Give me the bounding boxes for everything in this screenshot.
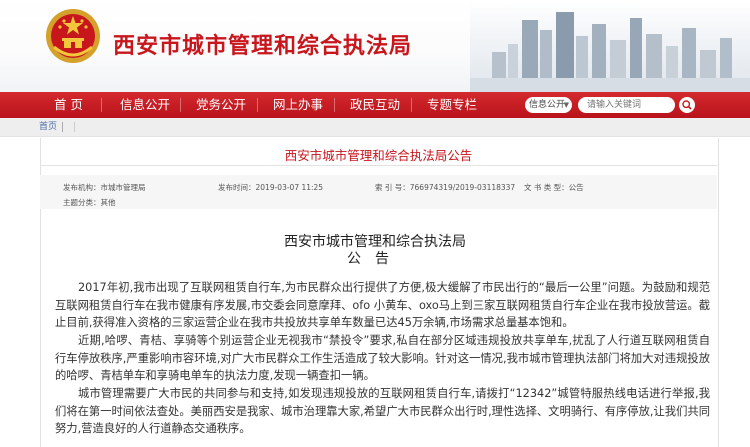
- chevron-down-icon: ▼: [563, 101, 569, 109]
- breadcrumb-home-link[interactable]: 首页: [39, 118, 57, 136]
- nav-item-special-topics[interactable]: 专题专栏: [427, 92, 477, 118]
- main-nav: 首 页 信息公开 党务公开 网上办事 政民互动 专题专栏 信息公开 ▼: [0, 92, 750, 118]
- article-paragraph-1: 2017年初,我市出现了互联网租赁自行车,为市民群众出行提供了方便,极大缓解了市…: [55, 281, 710, 329]
- article-paragraph-2: 近期,哈啰、青桔、享骑等个别运营企业无视我市“禁投令”要求,私自在部分区域违规投…: [55, 334, 710, 382]
- document-meta-box: 发布机构：市城市管理局 发布时间：2019-03-07 11:25 索 引 号：…: [40, 175, 717, 209]
- nav-item-home[interactable]: 首 页: [54, 92, 83, 118]
- nav-item-online-service[interactable]: 网上办事: [273, 92, 323, 118]
- search-input[interactable]: [578, 97, 675, 113]
- nav-divider: [334, 98, 335, 112]
- meta-category: 主题分类：其他: [63, 198, 116, 207]
- nav-divider: [257, 98, 258, 112]
- notice-heading: 公告: [347, 251, 403, 267]
- national-emblem-icon: [46, 9, 100, 63]
- nav-item-interaction[interactable]: 政民互动: [350, 92, 400, 118]
- meta-publish-time: 发布时间：2019-03-07 11:25: [218, 183, 324, 192]
- nav-divider: [101, 98, 102, 112]
- breadcrumb-divider: [74, 122, 75, 132]
- site-banner: 西安市城市管理和综合执法局: [0, 0, 750, 92]
- city-skyline-image: [470, 0, 750, 92]
- document-title: 西安市城市管理和综合执法局公告: [284, 148, 473, 163]
- nav-divider: [411, 98, 412, 112]
- meta-publisher: 发布机构：市城市管理局: [63, 183, 146, 192]
- nav-divider: [180, 98, 181, 112]
- search-icon[interactable]: [679, 97, 695, 113]
- meta-index-number: 索 引 号：766974319/2019-03118337: [375, 183, 516, 192]
- breadcrumb: 首页: [0, 118, 750, 137]
- nav-item-info-public[interactable]: 信息公开: [120, 92, 170, 118]
- breadcrumb-divider: [62, 122, 63, 132]
- nav-item-party-public[interactable]: 党务公开: [196, 92, 246, 118]
- search-scope-value: 信息公开: [529, 100, 566, 110]
- article-paragraph-3: 城市管理需要广大市民的共同参与和支持,如发现违规投放的互联网租赁自行车,请拨打“…: [55, 387, 710, 435]
- search-scope-select[interactable]: 信息公开 ▼: [525, 97, 572, 113]
- document-title-bar: 西安市城市管理和综合执法局公告: [40, 144, 717, 166]
- meta-doc-type: 文 书 类 型：公告: [524, 183, 584, 192]
- site-title: 西安市城市管理和综合执法局: [113, 33, 413, 59]
